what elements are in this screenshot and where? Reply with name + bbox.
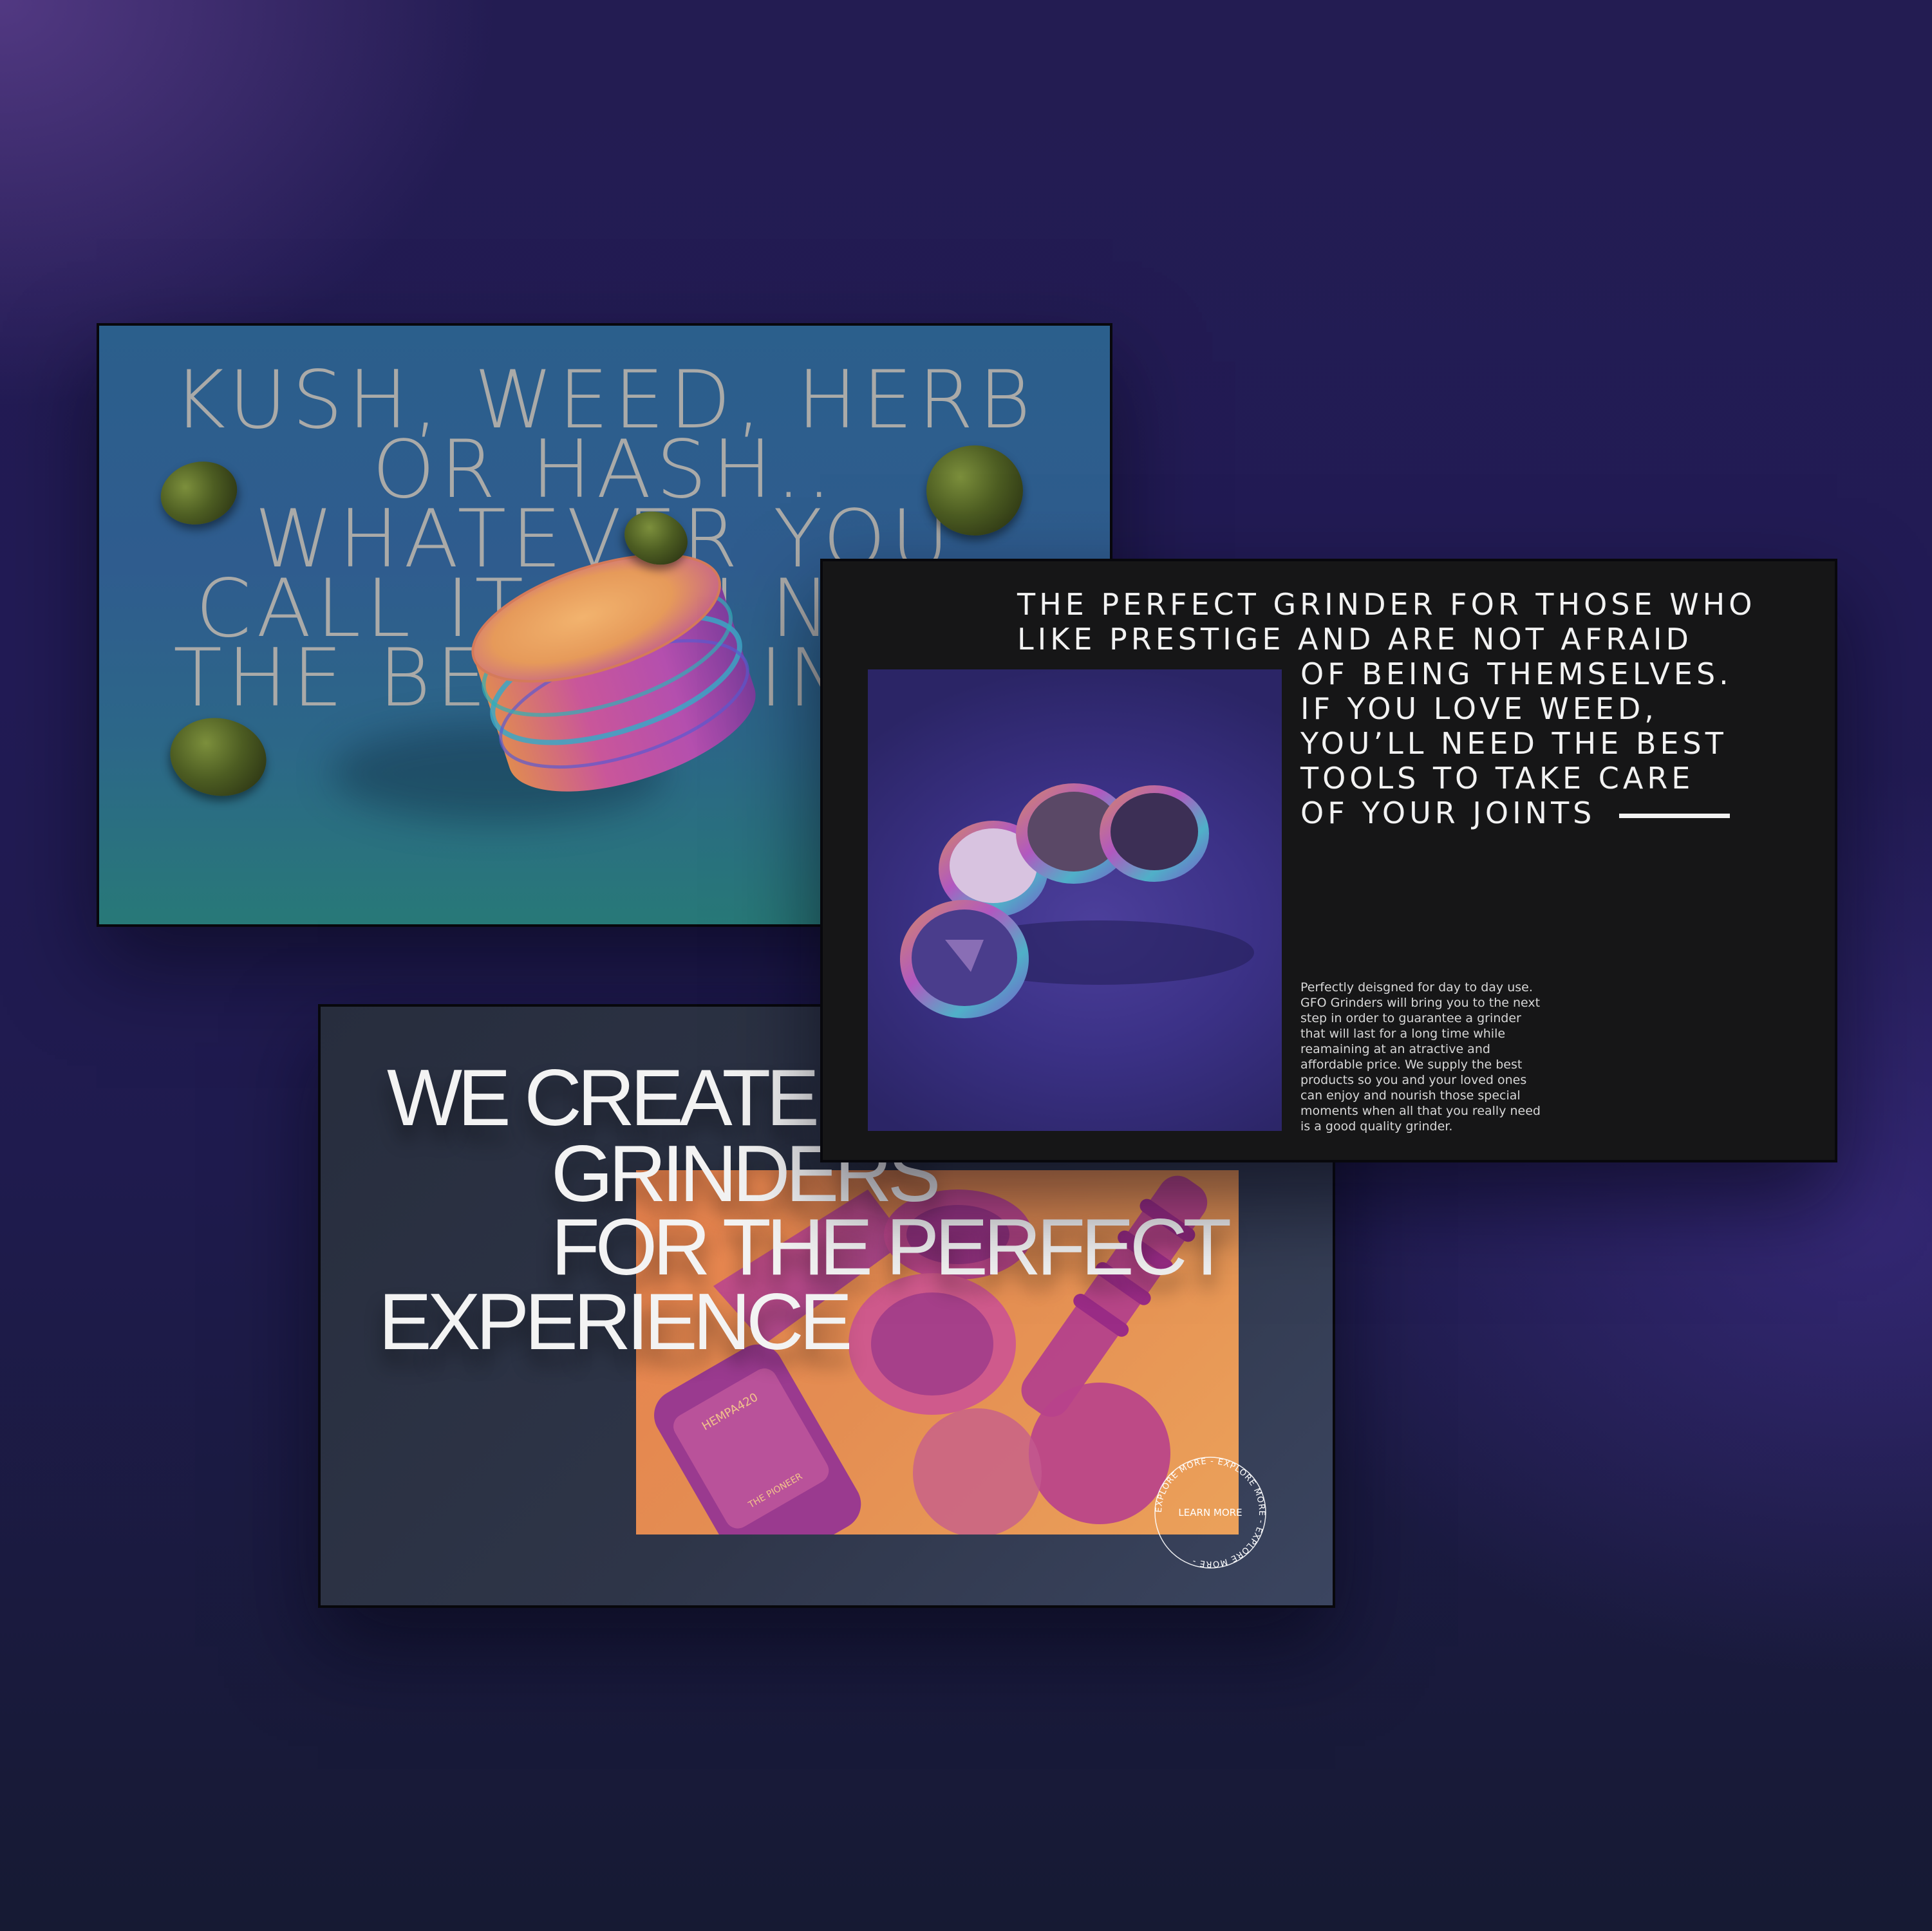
- learn-more-badge[interactable]: EXPLORE MORE - EXPLORE MORE - EXPLORE MO…: [1149, 1451, 1271, 1574]
- description-line: Perfectly deisgned for day to day use.: [1300, 980, 1533, 994]
- description-line: step in order to guarantee a grinder: [1300, 1011, 1521, 1025]
- description-line: moments when all that you really need: [1300, 1104, 1541, 1118]
- headline-line-1: WE CREATE: [387, 1054, 820, 1143]
- heading-line-1: THE PERFECT GRINDER FOR THOSE WHO: [1017, 587, 1756, 622]
- description-line: GFO Grinders will bring you to the next: [1300, 996, 1541, 1010]
- cannabis-bud-3: [926, 445, 1023, 536]
- description-line: reamaining at an atractive and: [1300, 1042, 1490, 1056]
- prestige-card: THE PERFECT GRINDER FOR THOSE WHO LIKE P…: [820, 559, 1837, 1162]
- description-line: is a good quality grinder.: [1300, 1119, 1453, 1133]
- heading-line-7: OF YOUR JOINTS: [1300, 796, 1596, 830]
- heading-line-3: OF BEING THEMSELVES.: [1300, 657, 1732, 691]
- learn-more-link[interactable]: LEARN MORE: [1178, 1507, 1242, 1518]
- grinder-parts-photo: [868, 669, 1282, 1131]
- description-line: can enjoy and nourish those special: [1300, 1088, 1521, 1103]
- heading-line-6: TOOLS TO TAKE CARE: [1300, 761, 1694, 796]
- grinder-parts-illustration: [900, 783, 1254, 1018]
- heading-line-5: YOU’LL NEED THE BEST: [1300, 726, 1727, 761]
- heading-line-2: LIKE PRESTIGE AND ARE NOT AFRAID: [1017, 622, 1693, 657]
- description-line: that will last for a long time while: [1300, 1027, 1506, 1041]
- description-line: products so you and your loved ones: [1300, 1073, 1527, 1087]
- description-line: affordable price. We supply the best: [1300, 1058, 1523, 1072]
- headline-line-4: EXPERIENCE: [379, 1278, 852, 1367]
- description-text: Perfectly deisgned for day to day use. G…: [1300, 980, 1558, 1134]
- heading-divider: [1619, 814, 1730, 818]
- headline-line-3: FOR THE PERFECT: [551, 1203, 1232, 1292]
- heading-line-4: IF YOU LOVE WEED,: [1300, 691, 1658, 726]
